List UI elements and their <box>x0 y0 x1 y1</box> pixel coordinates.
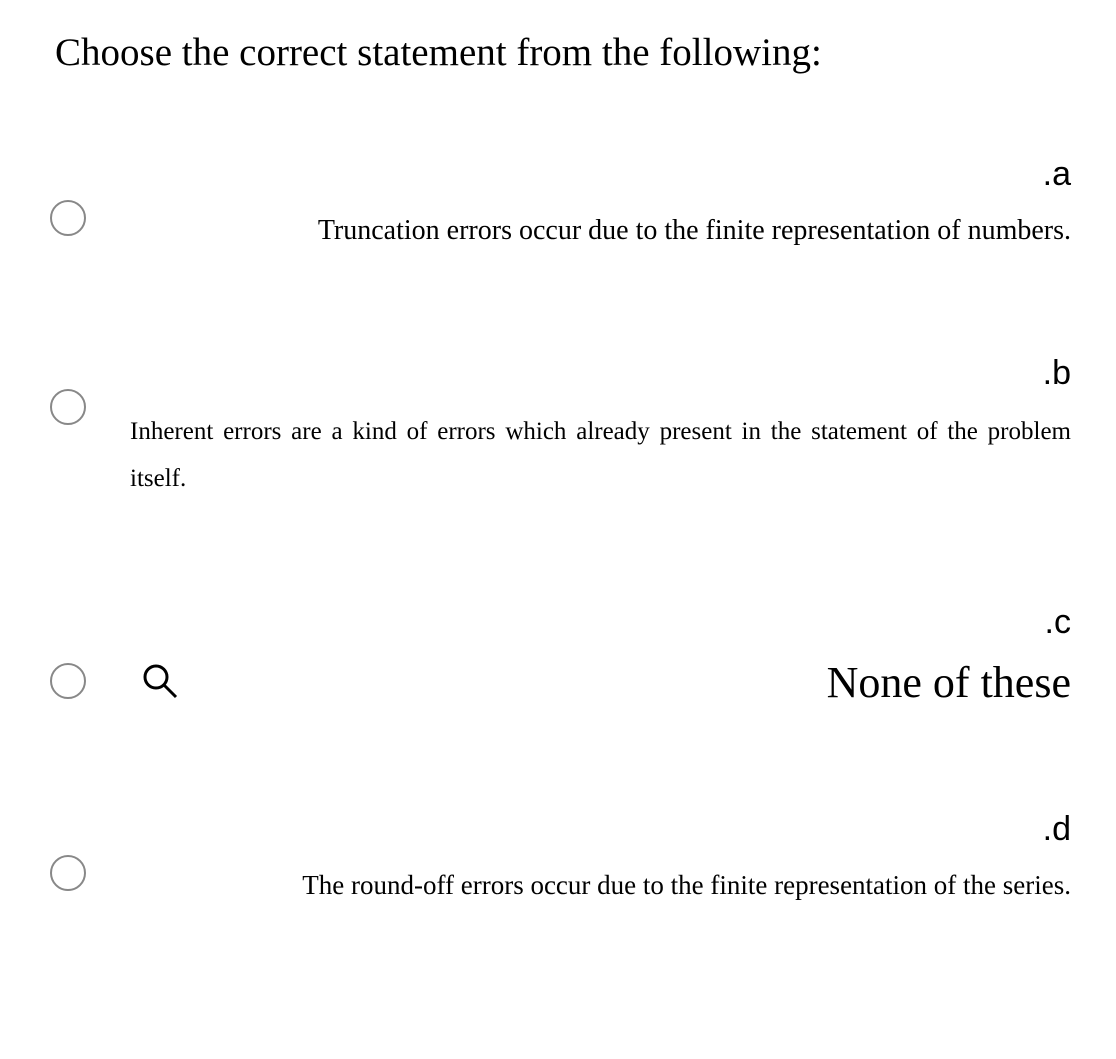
option-letter-c: .c <box>130 603 1071 642</box>
option-d: .d The round-off errors occur due to the… <box>40 810 1076 907</box>
radio-button-c[interactable] <box>50 663 86 699</box>
option-letter-b: .b <box>130 354 1071 393</box>
radio-button-b[interactable] <box>50 389 86 425</box>
option-letter-d: .d <box>130 810 1071 849</box>
option-letter-a: .a <box>130 155 1071 194</box>
search-icon[interactable] <box>130 661 180 706</box>
radio-button-a[interactable] <box>50 200 86 236</box>
option-c: .c None of these <box>40 603 1076 710</box>
option-text-b: Inherent errors are a kind of errors whi… <box>130 408 1071 503</box>
option-text-d: The round-off errors occur due to the fi… <box>130 864 1071 907</box>
question-prompt: Choose the correct statement from the fo… <box>55 30 1076 75</box>
radio-button-d[interactable] <box>50 855 86 891</box>
option-b: .b Inherent errors are a kind of errors … <box>40 354 1076 503</box>
option-text-a: Truncation errors occur due to the finit… <box>130 209 1071 254</box>
option-a: .a Truncation errors occur due to the fi… <box>40 155 1076 254</box>
option-text-c: None of these <box>827 657 1071 710</box>
